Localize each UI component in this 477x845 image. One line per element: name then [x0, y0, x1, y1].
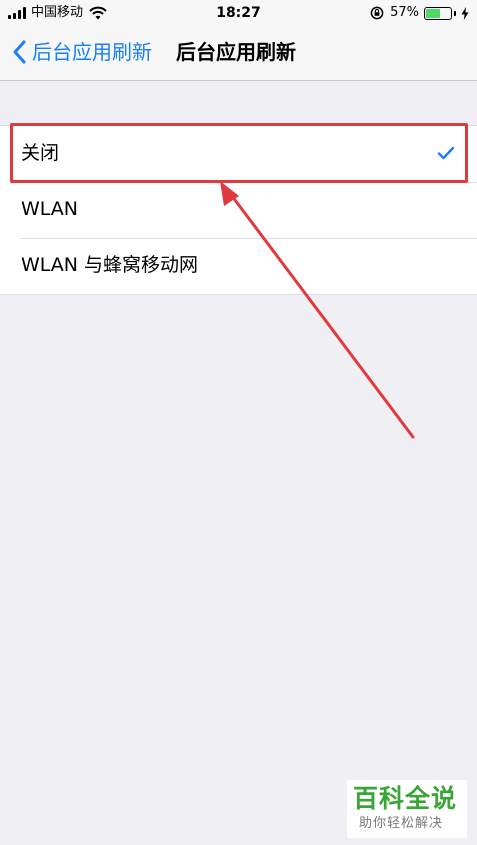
back-button[interactable]: 后台应用刷新 — [12, 39, 152, 65]
battery-cap — [454, 10, 456, 16]
status-bar: 中国移动 18:27 57% — [0, 0, 477, 28]
battery-percent: 57% — [390, 5, 419, 20]
watermark-sub-text: 助你轻松解决 — [359, 816, 444, 831]
chevron-left-icon — [13, 40, 26, 64]
refresh-options-list: 关闭 WLAN WLAN 与蜂窝移动网 — [0, 125, 477, 295]
navigation-bar: 后台应用刷新 后台应用刷新 — [0, 28, 477, 81]
option-label: WLAN 与蜂窝移动网 — [21, 254, 199, 276]
status-right: 57% — [370, 5, 469, 21]
back-button-label: 后台应用刷新 — [32, 40, 152, 64]
watermark-main-text: 百科全说 — [353, 784, 458, 813]
battery-level — [426, 8, 440, 18]
page-title: 后台应用刷新 — [176, 40, 296, 64]
watermark-logo: 百科全说 助你轻松解决 — [347, 780, 467, 838]
screen: 中国移动 18:27 57% 后台应用刷新 后台应用刷新 关闭 WLAN WLA… — [0, 0, 477, 845]
option-label: 关闭 — [21, 142, 60, 164]
battery-icon — [424, 6, 452, 20]
option-label: WLAN — [21, 198, 79, 220]
option-wlan[interactable]: WLAN — [0, 182, 477, 238]
rotation-lock-icon — [370, 6, 384, 20]
option-off[interactable]: 关闭 — [0, 126, 477, 182]
option-wlan-cellular[interactable]: WLAN 与蜂窝移动网 — [0, 238, 477, 294]
checkmark-icon — [437, 146, 455, 160]
charging-bolt-icon — [461, 6, 469, 20]
